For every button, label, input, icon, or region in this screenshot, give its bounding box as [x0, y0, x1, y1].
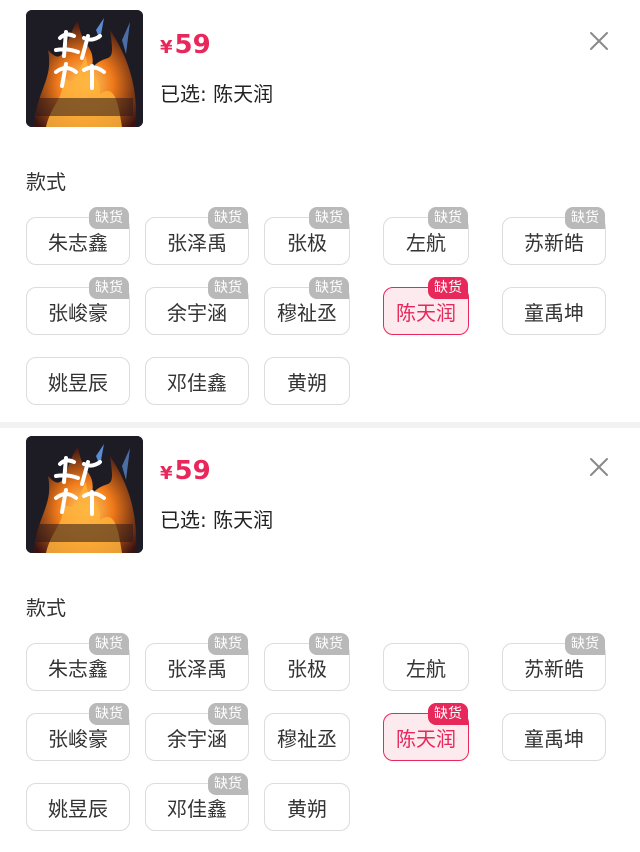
variant-option[interactable]: 朱志鑫 缺货	[26, 207, 130, 265]
variant-option-label: 张峻豪	[48, 726, 108, 751]
variant-option[interactable]: 张峻豪 缺货	[26, 277, 130, 335]
variant-option-label: 苏新皓	[524, 230, 584, 255]
variant-option-label: 姚昱辰	[48, 370, 108, 395]
variant-option[interactable]: 穆祉丞 缺货	[264, 277, 350, 335]
variant-option[interactable]: 张极 缺货	[264, 633, 350, 691]
variant-option-label: 张峻豪	[48, 300, 108, 325]
out-of-stock-badge: 缺货	[89, 703, 129, 725]
variant-option-label: 陈天润	[396, 726, 456, 751]
variant-option[interactable]: 张泽禹 缺货	[145, 207, 249, 265]
variant-option[interactable]: 苏新皓 缺货	[502, 633, 606, 691]
variant-option-label: 张泽禹	[167, 230, 227, 255]
out-of-stock-badge: 缺货	[208, 633, 248, 655]
variant-option-label: 张极	[287, 230, 327, 255]
out-of-stock-badge: 缺货	[428, 277, 468, 299]
currency-symbol: ¥	[160, 37, 173, 58]
out-of-stock-badge: 缺货	[565, 633, 605, 655]
variant-option[interactable]: 陈天润 缺货	[383, 703, 469, 761]
out-of-stock-badge: 缺货	[208, 277, 248, 299]
out-of-stock-badge: 缺货	[208, 773, 248, 795]
variant-option[interactable]: 童禹坤	[502, 713, 606, 761]
out-of-stock-badge: 缺货	[309, 633, 349, 655]
variant-option[interactable]: 黄朔	[264, 357, 350, 405]
variant-option[interactable]: 邓佳鑫	[145, 357, 249, 405]
price-value: 59	[174, 456, 211, 486]
variant-option-label: 朱志鑫	[48, 656, 108, 681]
variant-option[interactable]: 苏新皓 缺货	[502, 207, 606, 265]
variant-option-label: 苏新皓	[524, 656, 584, 681]
variant-option-label: 陈天润	[396, 300, 456, 325]
out-of-stock-badge: 缺货	[565, 207, 605, 229]
price: ¥ 59	[160, 456, 211, 486]
out-of-stock-badge: 缺货	[89, 277, 129, 299]
out-of-stock-badge: 缺货	[309, 207, 349, 229]
sku-selector-panel: ¥ 59 已选: 陈天润 款式 朱志鑫 缺货 张泽禹 缺货 张极 缺货 左航 缺…	[0, 0, 640, 426]
variant-option-label: 朱志鑫	[48, 230, 108, 255]
variant-option[interactable]: 黄朔	[264, 783, 350, 831]
variant-option[interactable]: 余宇涵 缺货	[145, 277, 249, 335]
variant-option-label: 余宇涵	[167, 300, 227, 325]
variant-option[interactable]: 童禹坤	[502, 287, 606, 335]
variant-option-label: 穆祉丞	[277, 300, 337, 325]
selected-variant-text: 已选: 陈天润	[160, 508, 274, 532]
out-of-stock-badge: 缺货	[428, 207, 468, 229]
out-of-stock-badge: 缺货	[208, 703, 248, 725]
variant-option[interactable]: 姚昱辰	[26, 357, 130, 405]
sku-selector-panel: ¥ 59 已选: 陈天润 款式 朱志鑫 缺货 张泽禹 缺货 张极 缺货 左航 苏…	[0, 422, 640, 852]
variant-option[interactable]: 穆祉丞	[264, 713, 350, 761]
variant-option[interactable]: 张极 缺货	[264, 207, 350, 265]
close-icon[interactable]	[584, 26, 614, 56]
variant-option[interactable]: 张峻豪 缺货	[26, 703, 130, 761]
section-label: 款式	[26, 596, 66, 620]
variant-option[interactable]: 陈天润 缺货	[383, 277, 469, 335]
variant-option[interactable]: 朱志鑫 缺货	[26, 633, 130, 691]
out-of-stock-badge: 缺货	[208, 207, 248, 229]
variant-option-label: 余宇涵	[167, 726, 227, 751]
out-of-stock-badge: 缺货	[309, 277, 349, 299]
out-of-stock-badge: 缺货	[428, 703, 468, 725]
variant-option-label: 童禹坤	[524, 726, 584, 751]
close-icon[interactable]	[584, 452, 614, 482]
variant-option-label: 姚昱辰	[48, 796, 108, 821]
variant-option-label: 黄朔	[287, 370, 327, 395]
variant-option-label: 左航	[406, 230, 446, 255]
variant-option[interactable]: 左航	[383, 643, 469, 691]
variant-option-label: 黄朔	[287, 796, 327, 821]
variant-option-label: 童禹坤	[524, 300, 584, 325]
price-value: 59	[174, 30, 211, 60]
variant-option-label: 张泽禹	[167, 656, 227, 681]
variant-option[interactable]: 左航 缺货	[383, 207, 469, 265]
section-label: 款式	[26, 170, 66, 194]
variant-option-label: 邓佳鑫	[167, 796, 227, 821]
variant-option[interactable]: 张泽禹 缺货	[145, 633, 249, 691]
variant-option[interactable]: 余宇涵 缺货	[145, 703, 249, 761]
currency-symbol: ¥	[160, 463, 173, 484]
out-of-stock-badge: 缺货	[89, 207, 129, 229]
product-thumbnail	[26, 10, 143, 127]
variant-option-label: 张极	[287, 656, 327, 681]
variant-option[interactable]: 邓佳鑫 缺货	[145, 773, 249, 831]
price: ¥ 59	[160, 30, 211, 60]
variant-option-label: 穆祉丞	[277, 726, 337, 751]
out-of-stock-badge: 缺货	[89, 633, 129, 655]
variant-option-label: 左航	[406, 656, 446, 681]
variant-option-label: 邓佳鑫	[167, 370, 227, 395]
variant-option[interactable]: 姚昱辰	[26, 783, 130, 831]
product-thumbnail	[26, 436, 143, 553]
selected-variant-text: 已选: 陈天润	[160, 82, 274, 106]
